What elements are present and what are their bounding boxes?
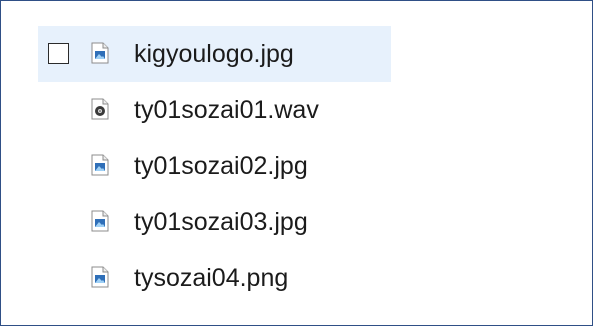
file-list: kigyoulogo.jpg ty01sozai01.wav ty01sozai… [38,26,398,306]
audio-file-icon [91,98,109,120]
image-file-icon [91,154,109,176]
file-name: ty01sozai03.jpg [134,208,308,236]
image-file-icon [91,42,109,64]
select-checkbox[interactable] [48,43,69,64]
file-name: ty01sozai02.jpg [134,152,308,180]
file-row[interactable]: kigyoulogo.jpg [38,26,391,82]
file-name: ty01sozai01.wav [134,96,319,124]
file-row[interactable]: tysozai04.png [38,250,398,306]
file-row[interactable]: ty01sozai02.jpg [38,138,398,194]
image-file-icon [91,266,109,288]
file-row[interactable]: ty01sozai03.jpg [38,194,398,250]
file-name: kigyoulogo.jpg [134,40,294,68]
file-row[interactable]: ty01sozai01.wav [38,82,398,138]
file-name: tysozai04.png [134,264,289,292]
file-list-panel: kigyoulogo.jpg ty01sozai01.wav ty01sozai… [0,0,593,326]
image-file-icon [91,210,109,232]
